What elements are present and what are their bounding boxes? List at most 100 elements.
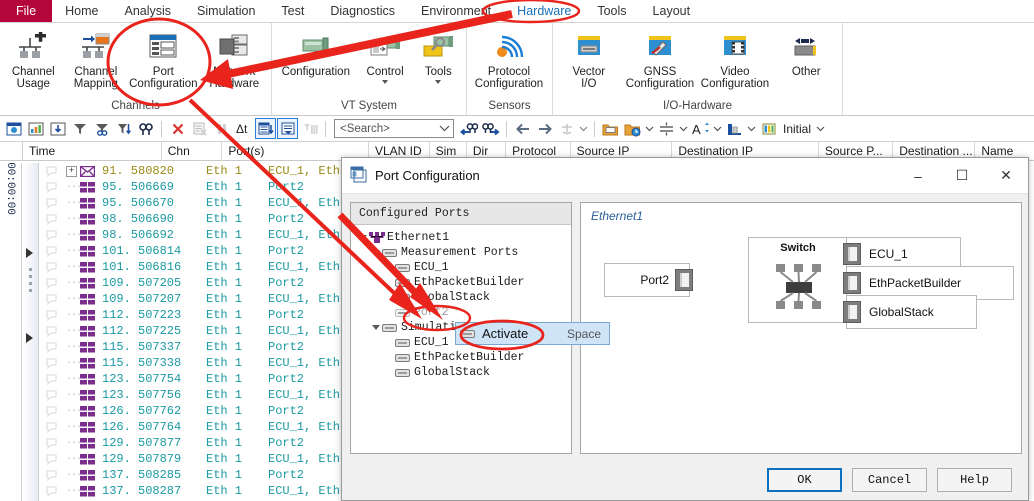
bookmark-icon[interactable] xyxy=(40,262,62,273)
gutter-marker-arrow-icon[interactable] xyxy=(26,333,33,343)
search-input[interactable]: <Search> xyxy=(334,119,454,138)
font-size-icon[interactable]: A xyxy=(690,118,711,139)
ribbon-tab-file[interactable]: File xyxy=(0,0,53,22)
chevron-down-icon[interactable] xyxy=(435,80,442,84)
bookmark-icon[interactable] xyxy=(40,406,62,417)
measurement-setup-icon[interactable] xyxy=(3,118,24,139)
open-folder-icon[interactable] xyxy=(600,118,621,139)
find-icon[interactable] xyxy=(135,118,156,139)
expander-triangle-icon[interactable] xyxy=(369,325,382,330)
ribbon-tab-tools[interactable]: Tools xyxy=(584,0,639,22)
column-header-time[interactable]: Time xyxy=(23,141,162,161)
bookmark-icon[interactable] xyxy=(40,374,62,385)
row-height-icon[interactable] xyxy=(656,118,677,139)
dialog-title-bar[interactable]: Port Configuration – ☐ ✕ xyxy=(342,158,1028,194)
bookmark-icon[interactable] xyxy=(40,310,62,321)
find-next-icon[interactable] xyxy=(480,118,501,139)
context-menu-item-activate[interactable]: Activate xyxy=(482,326,528,341)
find-prev-icon[interactable] xyxy=(458,118,479,139)
bookmark-icon[interactable] xyxy=(40,166,62,177)
ribbon-button-video-configuration[interactable]: Video Configuration xyxy=(698,26,773,90)
chevron-down-icon[interactable] xyxy=(678,118,689,139)
bookmark-icon[interactable] xyxy=(40,246,62,257)
scroll-to-end-icon[interactable] xyxy=(255,118,276,139)
clear-icon[interactable] xyxy=(167,118,188,139)
bookmark-icon[interactable] xyxy=(40,470,62,481)
ribbon-button-network-hardware[interactable]: Network Hardware xyxy=(200,26,269,90)
relative-time-icon[interactable] xyxy=(277,118,298,139)
forward-arrow-icon[interactable] xyxy=(534,118,555,139)
tree-node-measurement-ports[interactable]: Measurement Ports xyxy=(356,245,571,260)
tree-node-ethernet1[interactable]: Ethernet1 xyxy=(356,230,571,245)
bookmark-icon[interactable] xyxy=(40,278,62,289)
expander-triangle-icon[interactable] xyxy=(356,235,369,240)
tree-node-ecu-1[interactable]: ECU_1 xyxy=(356,260,571,275)
chevron-down-icon[interactable] xyxy=(814,118,826,139)
open-recent-icon[interactable] xyxy=(622,118,643,139)
expander-triangle-icon[interactable] xyxy=(369,250,382,255)
bookmark-icon[interactable] xyxy=(40,438,62,449)
bookmark-icon[interactable] xyxy=(40,294,62,305)
ribbon-tab-test[interactable]: Test xyxy=(268,0,317,22)
ribbon-tab-home[interactable]: Home xyxy=(52,0,111,22)
ribbon-tab-simulation[interactable]: Simulation xyxy=(184,0,268,22)
expander-plus-icon[interactable]: + xyxy=(65,165,77,177)
cancel-button[interactable]: Cancel xyxy=(852,468,927,492)
insert-icon[interactable] xyxy=(47,118,68,139)
chevron-down-icon[interactable] xyxy=(578,118,589,139)
gutter-drag-dots-icon[interactable] xyxy=(29,268,32,296)
ribbon-button-vt-configuration[interactable]: Configuration xyxy=(274,26,358,78)
diagram-node-port2[interactable]: Port2 xyxy=(604,263,693,297)
ribbon-tab-analysis[interactable]: Analysis xyxy=(112,0,185,22)
filter-out-icon[interactable] xyxy=(91,118,112,139)
chevron-down-icon[interactable] xyxy=(746,118,757,139)
ribbon-button-protocol-configuration[interactable]: Protocol Configuration xyxy=(469,26,549,90)
minimize-icon[interactable]: – xyxy=(896,158,940,194)
chevron-down-icon[interactable] xyxy=(644,118,655,139)
ribbon-button-gnss-configuration[interactable]: GNSS Configuration xyxy=(623,26,698,90)
ribbon-tab-layout[interactable]: Layout xyxy=(640,0,704,22)
bookmark-icon[interactable] xyxy=(40,358,62,369)
bookmark-icon[interactable] xyxy=(40,326,62,337)
delta-time-icon[interactable]: Δt xyxy=(233,118,254,139)
bookmark-icon[interactable] xyxy=(40,198,62,209)
column-layout-icon[interactable] xyxy=(724,118,745,139)
ribbon-button-vt-tools[interactable]: Tools xyxy=(413,26,464,84)
column-header-chn[interactable]: Chn xyxy=(162,141,223,161)
back-arrow-icon[interactable] xyxy=(512,118,533,139)
bookmark-icon[interactable] xyxy=(40,230,62,241)
ok-button[interactable]: OK xyxy=(767,468,842,492)
ribbon-button-vt-control[interactable]: Control xyxy=(358,26,413,84)
gutter-marker-arrow-icon[interactable] xyxy=(26,248,33,258)
tree-node-globalstack[interactable]: GlobalStack xyxy=(356,365,571,380)
ribbon-button-vector-io[interactable]: Vector I/O xyxy=(555,26,623,90)
ribbon-tab-hardware[interactable]: Hardware xyxy=(504,0,584,22)
sort-filter-icon[interactable] xyxy=(113,118,134,139)
bookmark-icon[interactable] xyxy=(40,182,62,193)
ribbon-tab-diagnostics[interactable]: Diagnostics xyxy=(317,0,408,22)
ribbon-button-channel-usage[interactable]: Channel Usage xyxy=(2,26,65,90)
bookmark-icon[interactable] xyxy=(40,486,62,497)
close-icon[interactable]: ✕ xyxy=(984,158,1028,194)
tree-node-ethpacketbuilder[interactable]: EthPacketBuilder xyxy=(356,350,571,365)
ribbon-button-other[interactable]: Other xyxy=(772,26,840,78)
chevron-down-icon[interactable] xyxy=(712,118,723,139)
bookmark-icon[interactable] xyxy=(40,422,62,433)
bookmark-icon[interactable] xyxy=(40,342,62,353)
ribbon-tab-environment[interactable]: Environment xyxy=(408,0,504,22)
ribbon-button-port-configuration[interactable]: Port Configuration xyxy=(127,26,199,90)
diagram-node-switch[interactable]: Switch xyxy=(748,237,848,323)
diagram-node-globalstack[interactable]: GlobalStack xyxy=(843,295,977,329)
bookmark-icon[interactable] xyxy=(40,214,62,225)
filter-in-icon[interactable] xyxy=(69,118,90,139)
bookmark-icon[interactable] xyxy=(40,454,62,465)
ribbon-button-channel-mapping[interactable]: Channel Mapping xyxy=(65,26,128,90)
tree-node-ethpacketbuilder[interactable]: EthPacketBuilder xyxy=(356,275,571,290)
maximize-icon[interactable]: ☐ xyxy=(940,158,984,194)
tree-node-port2[interactable]: Port2 xyxy=(356,305,571,320)
tree-node-globalstack[interactable]: GlobalStack xyxy=(356,290,571,305)
bookmark-icon[interactable] xyxy=(40,390,62,401)
help-button[interactable]: Help xyxy=(937,468,1012,492)
statistics-icon[interactable] xyxy=(25,118,46,139)
chevron-down-icon[interactable] xyxy=(382,80,389,84)
